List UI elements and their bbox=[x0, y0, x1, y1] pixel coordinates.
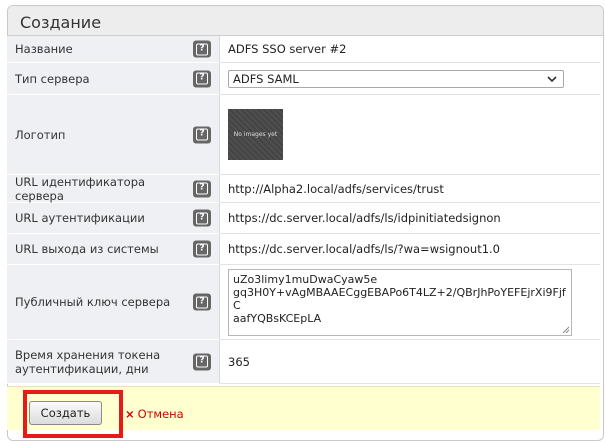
help-glyph: ? bbox=[196, 182, 208, 195]
server-type-label: Тип сервера bbox=[15, 71, 90, 86]
auth-url-label: URL аутентификации bbox=[15, 211, 145, 225]
close-icon: × bbox=[125, 407, 135, 421]
logo-label: Логотип bbox=[15, 127, 66, 142]
form-row-label: URL выхода из системы ? bbox=[7, 234, 220, 265]
form-row-label: Время хранения токена аутентификации, дн… bbox=[7, 340, 220, 384]
logout-url-label: URL выхода из системы bbox=[15, 242, 159, 256]
form-row-public-key: Публичный ключ сервера ? uZo3limy1muDwaC… bbox=[7, 265, 600, 340]
logo-placeholder-text: No images yet bbox=[233, 131, 278, 138]
name-field[interactable]: ADFS SSO server #2 bbox=[220, 36, 600, 63]
highlight-box bbox=[23, 390, 123, 438]
form-row-label: URL идентификатора сервера ? bbox=[7, 175, 220, 203]
form-row-server-type: Тип сервера ? ADFS SAML bbox=[7, 63, 600, 95]
help-glyph: ? bbox=[196, 43, 208, 55]
logo-placeholder[interactable]: No images yet bbox=[228, 109, 283, 160]
form-row-logo: Логотип ? No images yet bbox=[7, 95, 600, 175]
help-icon[interactable]: ? bbox=[193, 70, 211, 87]
help-glyph: ? bbox=[196, 128, 208, 141]
server-id-url-value: http://Alpha2.local/adfs/services/trust bbox=[228, 181, 444, 196]
form-row-name: Название ? ADFS SSO server #2 bbox=[7, 36, 600, 63]
form-row-auth-url: URL аутентификации ? https://dc.server.l… bbox=[7, 203, 600, 234]
help-icon[interactable]: ? bbox=[193, 293, 211, 311]
cancel-label: Отмена bbox=[137, 407, 184, 421]
token-lifetime-value: 365 bbox=[228, 354, 250, 369]
form-row-label: URL аутентификации ? bbox=[7, 203, 220, 234]
form-row-value: ADFS SAML bbox=[220, 63, 600, 95]
logout-url-value: https://dc.server.local/adfs/ls/?wa=wsig… bbox=[228, 242, 500, 256]
public-key-textarea[interactable]: uZo3limy1muDwaCyaw5e gq3H0Y+vAgMBAAECggE… bbox=[228, 268, 572, 336]
name-label: Название bbox=[15, 42, 73, 56]
help-glyph: ? bbox=[196, 212, 208, 224]
name-field-value: ADFS SSO server #2 bbox=[228, 42, 347, 56]
chevron-down-icon bbox=[547, 75, 557, 82]
token-lifetime-label: Время хранения токена аутентификации, дн… bbox=[15, 347, 161, 376]
server-type-selected: ADFS SAML bbox=[233, 71, 299, 86]
form-title: Создание bbox=[8, 6, 603, 36]
help-glyph: ? bbox=[196, 355, 208, 368]
server-type-select[interactable]: ADFS SAML bbox=[228, 69, 564, 88]
help-icon[interactable]: ? bbox=[193, 40, 211, 58]
resize-grip-icon[interactable] bbox=[562, 326, 569, 333]
form-row-logout-url: URL выхода из системы ? https://dc.serve… bbox=[7, 234, 600, 265]
help-glyph: ? bbox=[196, 72, 208, 85]
public-key-label: Публичный ключ сервера bbox=[15, 295, 171, 309]
form-row-label: Тип сервера ? bbox=[7, 63, 220, 95]
form-row-label: Публичный ключ сервера ? bbox=[7, 265, 220, 340]
help-icon[interactable]: ? bbox=[193, 126, 211, 143]
form-row-value: uZo3limy1muDwaCyaw5e gq3H0Y+vAgMBAAECggE… bbox=[220, 265, 600, 340]
help-glyph: ? bbox=[196, 296, 208, 308]
help-icon[interactable]: ? bbox=[193, 240, 211, 258]
public-key-value: uZo3limy1muDwaCyaw5e gq3H0Y+vAgMBAAECggE… bbox=[233, 272, 566, 325]
help-icon[interactable]: ? bbox=[193, 353, 211, 370]
form-row-server-id-url: URL идентификатора сервера ? http://Alph… bbox=[7, 175, 600, 203]
logout-url-field[interactable]: https://dc.server.local/adfs/ls/?wa=wsig… bbox=[220, 234, 600, 265]
form-row-label: Название ? bbox=[7, 36, 220, 63]
form-row-value: No images yet bbox=[220, 95, 600, 175]
help-glyph: ? bbox=[196, 243, 208, 255]
form-row-label: Логотип ? bbox=[7, 95, 220, 175]
server-id-url-label: URL идентификатора сервера bbox=[15, 174, 146, 203]
token-lifetime-field[interactable]: 365 bbox=[220, 340, 600, 384]
help-icon[interactable]: ? bbox=[193, 209, 211, 227]
help-icon[interactable]: ? bbox=[193, 180, 211, 197]
server-id-url-field[interactable]: http://Alpha2.local/adfs/services/trust bbox=[220, 175, 600, 203]
auth-url-field[interactable]: https://dc.server.local/adfs/ls/idpiniti… bbox=[220, 203, 600, 234]
auth-url-value: https://dc.server.local/adfs/ls/idpiniti… bbox=[228, 211, 501, 225]
cancel-link[interactable]: × Отмена bbox=[125, 407, 184, 421]
form-row-token-lifetime: Время хранения токена аутентификации, дн… bbox=[7, 340, 600, 384]
